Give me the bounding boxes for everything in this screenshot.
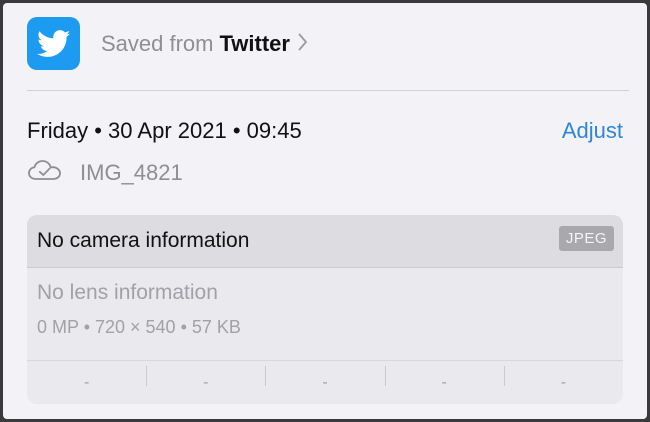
exif-cell: - — [83, 374, 90, 391]
saved-from-row[interactable]: Saved from Twitter — [27, 17, 308, 70]
lens-info: No lens information — [37, 281, 218, 304]
twitter-bird-icon — [36, 29, 70, 57]
exif-cell: - — [146, 366, 265, 392]
image-specs: 0 MP • 720 × 540 • 57 KB — [37, 317, 241, 337]
exif-cell: - — [503, 366, 623, 392]
file-row: IMG_4821 — [27, 158, 183, 187]
photo-info-panel: Saved from Twitter Friday • 30 Apr 2021 … — [3, 3, 647, 419]
adjust-button[interactable]: Adjust — [562, 118, 623, 144]
icloud-check-icon — [27, 158, 63, 187]
exif-cell: - — [265, 366, 384, 392]
divider — [27, 90, 629, 91]
capture-date: Friday • 30 Apr 2021 • 09:45 — [27, 118, 302, 143]
twitter-app-icon — [27, 17, 80, 70]
exif-cell: - — [384, 366, 504, 392]
camera-info-header: No camera information JPEG — [27, 215, 623, 268]
file-name: IMG_4821 — [80, 159, 183, 185]
format-badge: JPEG — [558, 226, 614, 251]
exif-row: - - - - - — [27, 360, 623, 404]
saved-from-label: Saved from Twitter — [101, 31, 308, 57]
saved-from-prefix: Saved from — [101, 30, 214, 56]
chevron-right-icon — [298, 31, 308, 57]
camera-info-card: No camera information JPEG No lens infor… — [27, 215, 623, 404]
camera-title: No camera information — [37, 229, 250, 252]
source-app-name: Twitter — [219, 30, 290, 56]
